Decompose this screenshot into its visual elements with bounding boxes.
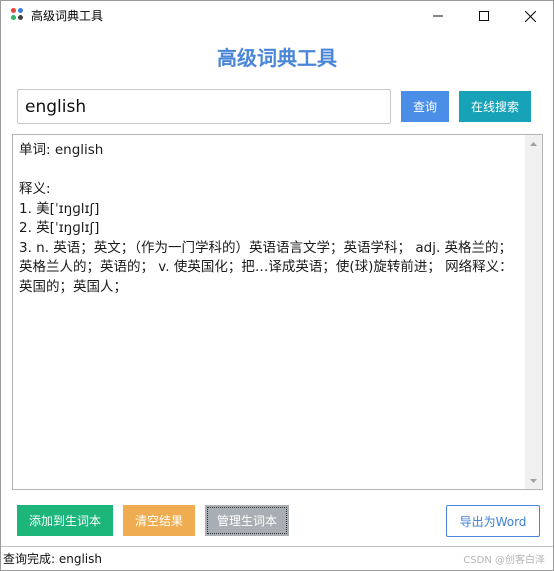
minimize-icon: [433, 15, 443, 17]
online-search-button[interactable]: 在线搜索: [459, 91, 531, 122]
minimize-button[interactable]: [415, 1, 461, 31]
export-word-button[interactable]: 导出为Word: [446, 505, 540, 537]
search-input[interactable]: [17, 89, 391, 124]
status-text: 查询完成: english: [3, 552, 102, 566]
status-bar: 查询完成: english CSDN @创客白泽: [1, 546, 553, 570]
close-icon: [524, 10, 536, 22]
app-dots-icon: [11, 8, 25, 22]
scroll-down-button[interactable]: [525, 472, 542, 489]
page-title: 高级词典工具: [217, 46, 337, 70]
maximize-icon: [479, 11, 489, 21]
close-button[interactable]: [507, 1, 553, 31]
result-scrollbar[interactable]: [525, 135, 542, 489]
add-to-vocabulary-button[interactable]: 添加到生词本: [17, 505, 113, 536]
clear-results-button[interactable]: 清空结果: [123, 505, 195, 536]
app-window: 高级词典工具 高级词典工具 查询 在线搜索 单词: english 释义: 1.…: [0, 0, 554, 571]
scroll-up-button[interactable]: [525, 135, 542, 152]
query-button[interactable]: 查询: [401, 91, 449, 122]
result-textarea[interactable]: 单词: english 释义: 1. 美[ˈɪŋɡlɪʃ] 2. 英[ˈɪŋɡl…: [12, 134, 543, 490]
watermark: CSDN @创客白泽: [463, 555, 545, 566]
maximize-button[interactable]: [461, 1, 507, 31]
scroll-down-icon: [530, 478, 537, 483]
window-title: 高级词典工具: [31, 9, 104, 23]
scroll-up-icon: [530, 141, 537, 146]
client-area: 高级词典工具 查询 在线搜索 单词: english 释义: 1. 美[ˈɪŋɡ…: [1, 31, 553, 570]
manage-vocabulary-button[interactable]: 管理生词本: [205, 505, 289, 536]
result-text: 单词: english 释义: 1. 美[ˈɪŋɡlɪʃ] 2. 英[ˈɪŋɡl…: [19, 142, 513, 295]
title-bar[interactable]: 高级词典工具: [1, 1, 553, 31]
